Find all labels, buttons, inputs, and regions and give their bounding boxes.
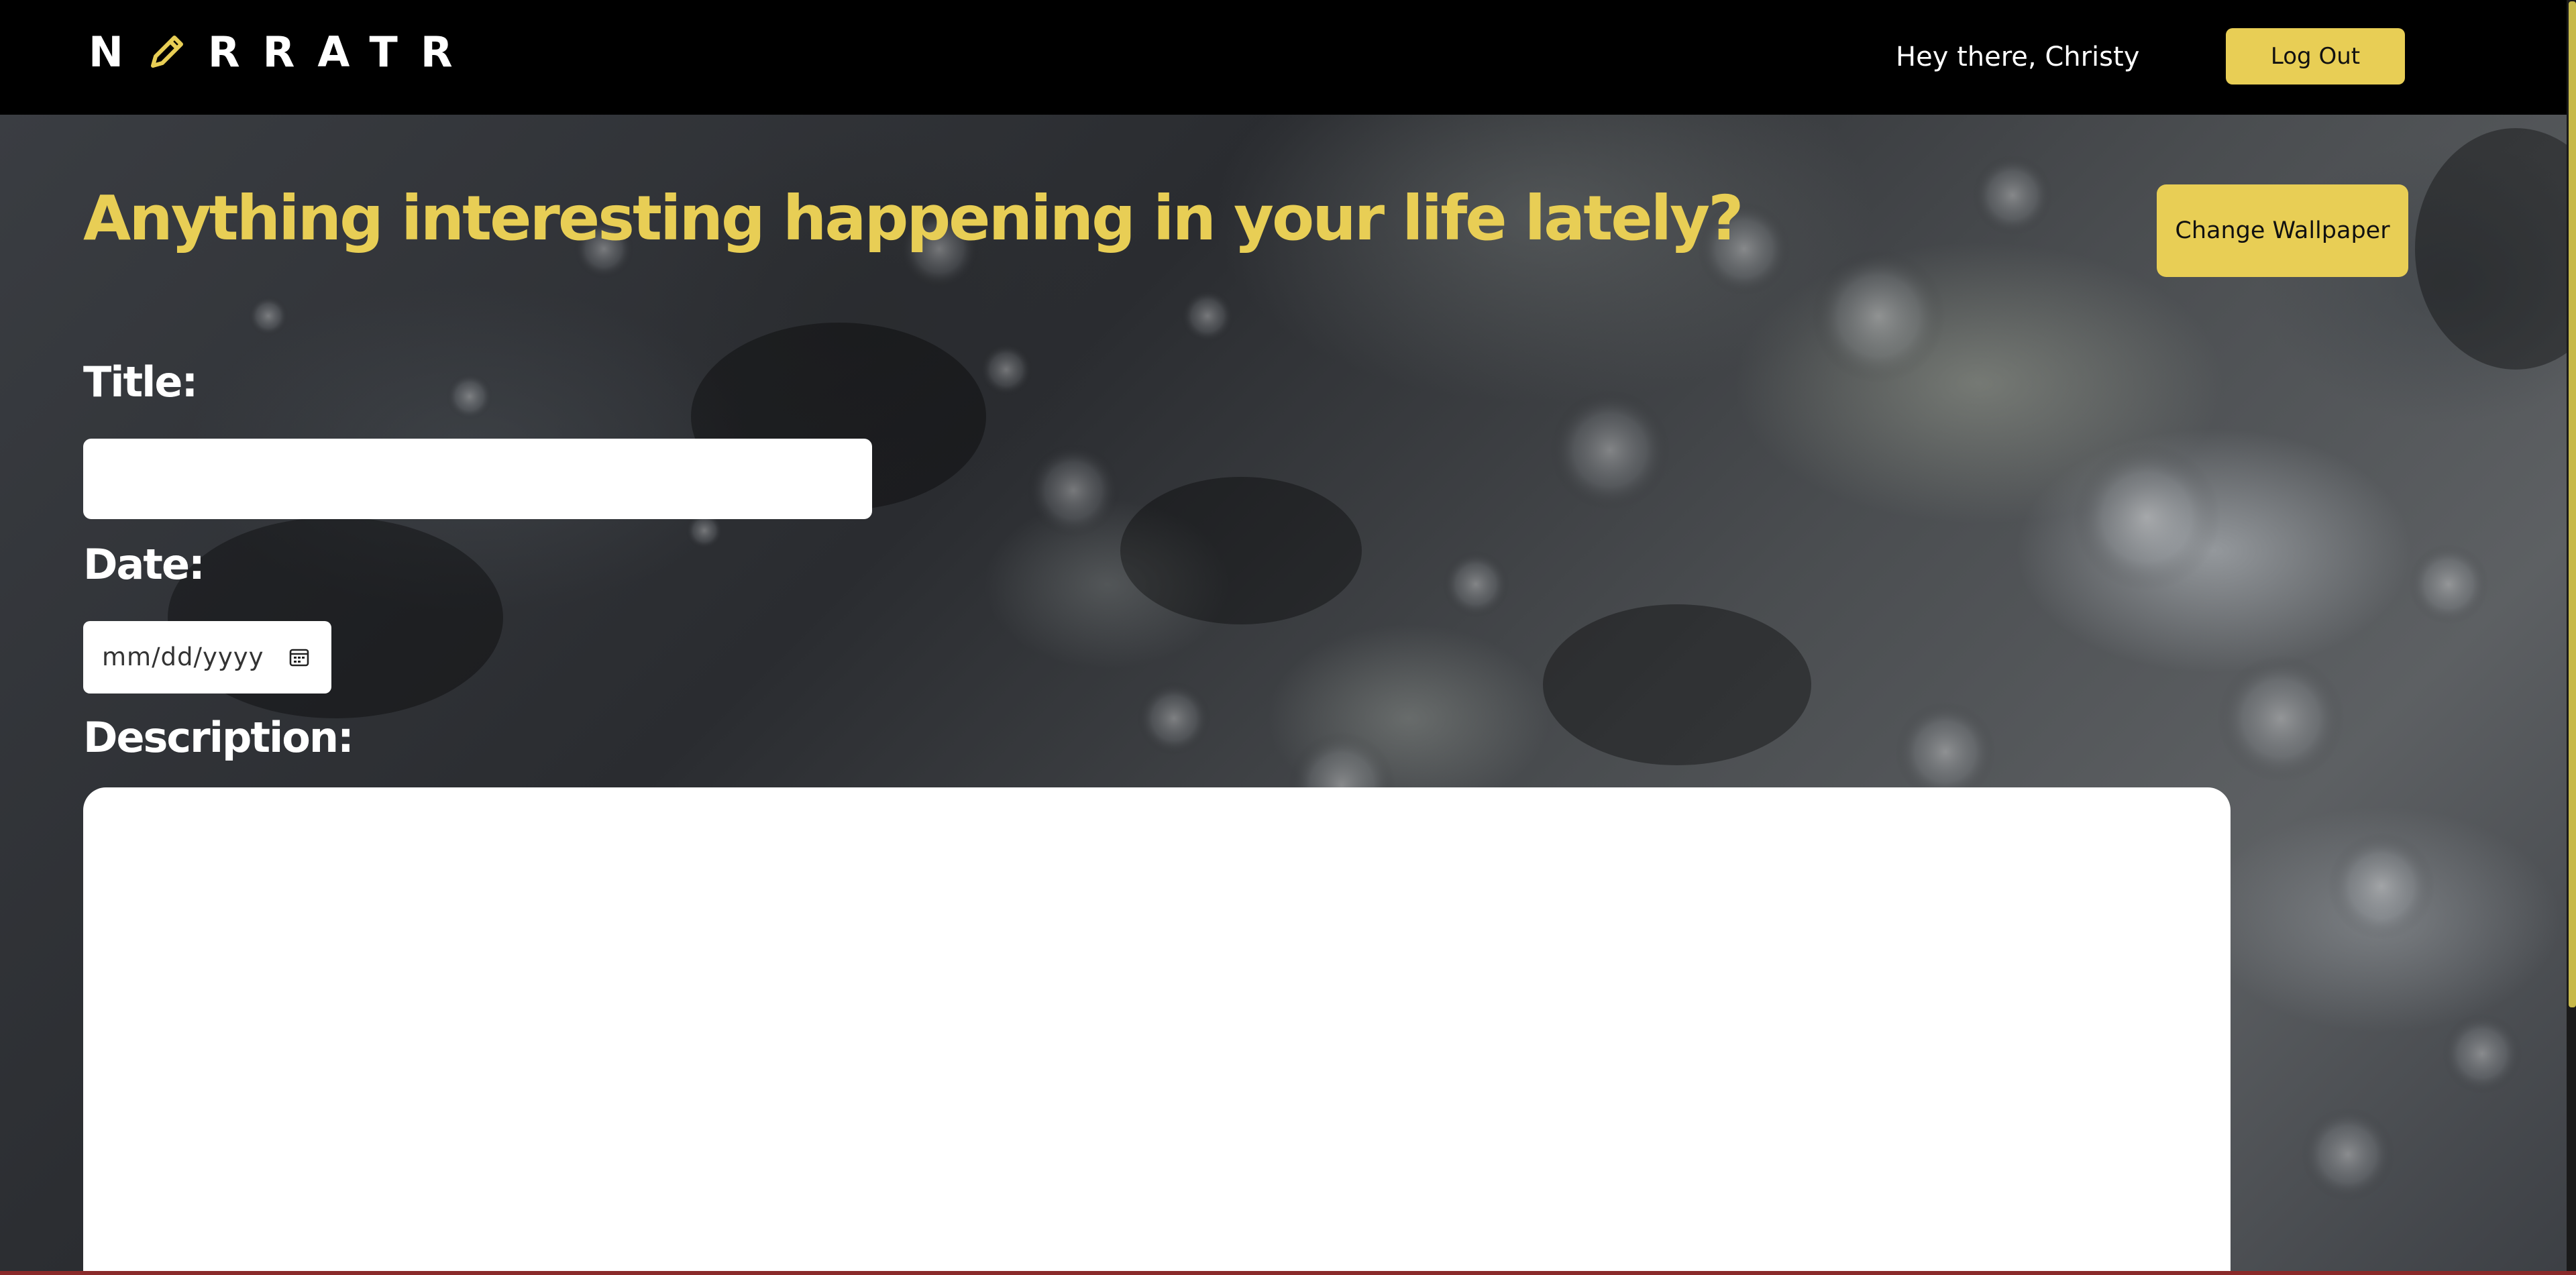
title-label: Title: bbox=[83, 357, 198, 406]
title-input[interactable] bbox=[83, 439, 872, 519]
description-label: Description: bbox=[83, 713, 354, 762]
description-textarea[interactable] bbox=[83, 787, 2231, 1275]
logo-letter-n: N bbox=[89, 27, 146, 76]
scrollbar-thumb[interactable] bbox=[2569, 1, 2576, 1007]
calendar-icon[interactable] bbox=[288, 647, 310, 668]
logout-button[interactable]: Log Out bbox=[2226, 28, 2405, 85]
pencil-icon bbox=[150, 36, 183, 68]
date-label: Date: bbox=[83, 540, 205, 589]
top-navbar: N RRATR Hey there, Christy Log Out bbox=[0, 0, 2576, 115]
bottom-edge-divider bbox=[0, 1271, 2576, 1275]
page-headline: Anything interesting happening in your l… bbox=[83, 182, 1744, 254]
date-input[interactable]: mm/dd/yyyy bbox=[83, 621, 331, 694]
narratr-logo[interactable]: N RRATR bbox=[89, 27, 476, 76]
logo-letters-rratr: RRATR bbox=[207, 27, 476, 76]
change-wallpaper-button[interactable]: Change Wallpaper bbox=[2157, 184, 2408, 277]
date-placeholder: mm/dd/yyyy bbox=[102, 643, 264, 671]
user-greeting: Hey there, Christy bbox=[1896, 42, 2140, 72]
